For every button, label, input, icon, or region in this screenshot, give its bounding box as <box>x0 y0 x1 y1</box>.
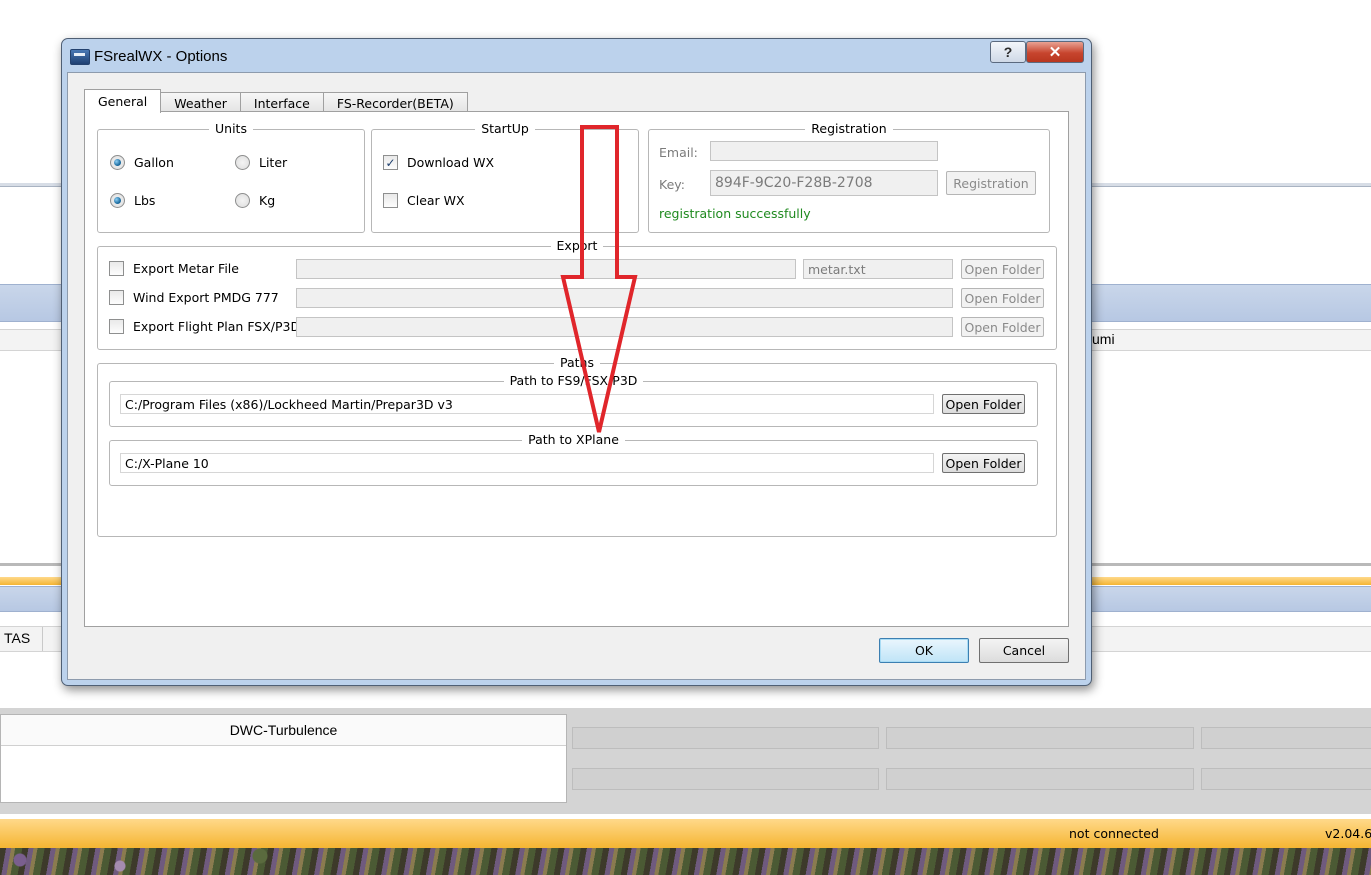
column-header-tas: TAS <box>4 630 31 646</box>
registration-status: registration successfully <box>659 206 811 221</box>
lbs-label: Lbs <box>134 193 156 208</box>
export-group-title: Export <box>550 238 604 253</box>
radio-icon <box>110 193 125 208</box>
gallon-label: Gallon <box>134 155 174 170</box>
wind-path-field[interactable] <box>296 288 953 308</box>
paths-group: Paths Path to FS9/FSX/P3D C:/Program Fil… <box>97 355 1057 537</box>
paths-group-title: Paths <box>554 355 600 370</box>
metar-open-folder-button[interactable]: Open Folder <box>961 259 1044 279</box>
xplane-open-folder-button[interactable]: Open Folder <box>942 453 1025 473</box>
bg-field <box>572 727 879 749</box>
checkbox-icon <box>109 319 124 334</box>
radio-icon <box>235 193 250 208</box>
startup-group: StartUp ✓ Download WX Clear WX <box>371 121 639 233</box>
connection-status: not connected <box>1069 826 1159 841</box>
xplane-path-title: Path to XPlane <box>522 432 625 447</box>
registration-group: Registration Email: Key: 894F-9C20-F28B-… <box>648 121 1050 233</box>
metar-filename-field[interactable]: metar.txt <box>803 259 953 279</box>
liter-label: Liter <box>259 155 288 170</box>
radio-icon <box>235 155 250 170</box>
bg-field <box>886 768 1194 790</box>
checkbox-icon <box>383 193 398 208</box>
fs-path-group: Path to FS9/FSX/P3D C:/Program Files (x8… <box>109 373 1038 427</box>
export-flightplan-checkbox[interactable]: Export Flight Plan FSX/P3D <box>109 319 300 334</box>
column-divider <box>42 627 43 651</box>
clear-wx-label: Clear WX <box>407 193 465 208</box>
app-icon <box>70 49 90 65</box>
units-group-title: Units <box>209 121 253 136</box>
radio-icon <box>110 155 125 170</box>
liter-radio[interactable]: Liter <box>235 155 287 170</box>
bg-field <box>1201 727 1371 749</box>
lbs-radio[interactable]: Lbs <box>110 193 155 208</box>
export-metar-checkbox[interactable]: Export Metar File <box>109 261 239 276</box>
units-group: Units Gallon Liter Lbs Kg <box>97 121 365 233</box>
tab-bar: General Weather Interface FS-Recorder(BE… <box>84 89 468 113</box>
registration-group-title: Registration <box>805 121 893 136</box>
cancel-button[interactable]: Cancel <box>979 638 1069 663</box>
fs-path-field[interactable]: C:/Program Files (x86)/Lockheed Martin/P… <box>120 394 934 414</box>
email-label: Email: <box>659 145 698 160</box>
version-label: v2.04.62 <box>1325 826 1371 841</box>
turbulence-panel: DWC-Turbulence <box>0 714 567 803</box>
tab-interface[interactable]: Interface <box>239 92 324 113</box>
clear-wx-checkbox[interactable]: Clear WX <box>383 193 465 208</box>
kg-label: Kg <box>259 193 276 208</box>
gallon-radio[interactable]: Gallon <box>110 155 174 170</box>
checkbox-icon <box>109 290 124 305</box>
metar-path-field[interactable] <box>296 259 796 279</box>
general-tab-pane: Units Gallon Liter Lbs Kg StartUp ✓ Down… <box>84 111 1069 627</box>
checkbox-icon <box>109 261 124 276</box>
tab-weather[interactable]: Weather <box>160 92 241 113</box>
download-wx-checkbox[interactable]: ✓ Download WX <box>383 155 494 170</box>
flightplan-open-folder-button[interactable]: Open Folder <box>961 317 1044 337</box>
flightplan-path-field[interactable] <box>296 317 953 337</box>
fs-open-folder-button[interactable]: Open Folder <box>942 394 1025 414</box>
tab-general[interactable]: General <box>84 89 162 113</box>
fs-path-title: Path to FS9/FSX/P3D <box>503 373 644 388</box>
email-field[interactable] <box>710 141 938 161</box>
startup-group-title: StartUp <box>475 121 535 136</box>
dialog-title: FSrealWX - Options <box>94 48 228 65</box>
options-dialog: FSrealWX - Options ? ✕ General Weather I… <box>61 38 1092 686</box>
wind-export-checkbox[interactable]: Wind Export PMDG 777 <box>109 290 279 305</box>
ok-button[interactable]: OK <box>879 638 969 663</box>
wind-export-label: Wind Export PMDG 777 <box>133 290 279 305</box>
dialog-client-area: General Weather Interface FS-Recorder(BE… <box>67 72 1086 680</box>
wind-open-folder-button[interactable]: Open Folder <box>961 288 1044 308</box>
column-header-partial: umi <box>1092 331 1115 347</box>
bg-field <box>886 727 1194 749</box>
status-bar: not connected v2.04.62 <box>0 819 1371 848</box>
turbulence-panel-title: DWC-Turbulence <box>1 715 566 746</box>
xplane-path-group: Path to XPlane C:/X-Plane 10 Open Folder <box>109 432 1038 486</box>
bg-field <box>1201 768 1371 790</box>
help-button[interactable]: ? <box>990 41 1026 63</box>
kg-radio[interactable]: Kg <box>235 193 275 208</box>
tab-fs-recorder[interactable]: FS-Recorder(BETA) <box>322 92 468 113</box>
close-button[interactable]: ✕ <box>1026 41 1084 63</box>
checkmark-icon: ✓ <box>383 155 398 170</box>
export-flightplan-label: Export Flight Plan FSX/P3D <box>133 319 301 334</box>
export-group: Export Export Metar File metar.txt Open … <box>97 238 1057 350</box>
bg-field <box>572 768 879 790</box>
registration-button[interactable]: Registration <box>946 171 1036 195</box>
xplane-path-field[interactable]: C:/X-Plane 10 <box>120 453 934 473</box>
desktop-wallpaper <box>0 848 1371 875</box>
key-field[interactable]: 894F-9C20-F28B-2708 <box>710 170 938 196</box>
export-metar-label: Export Metar File <box>133 261 239 276</box>
key-label: Key: <box>659 177 685 192</box>
download-wx-label: Download WX <box>407 155 495 170</box>
